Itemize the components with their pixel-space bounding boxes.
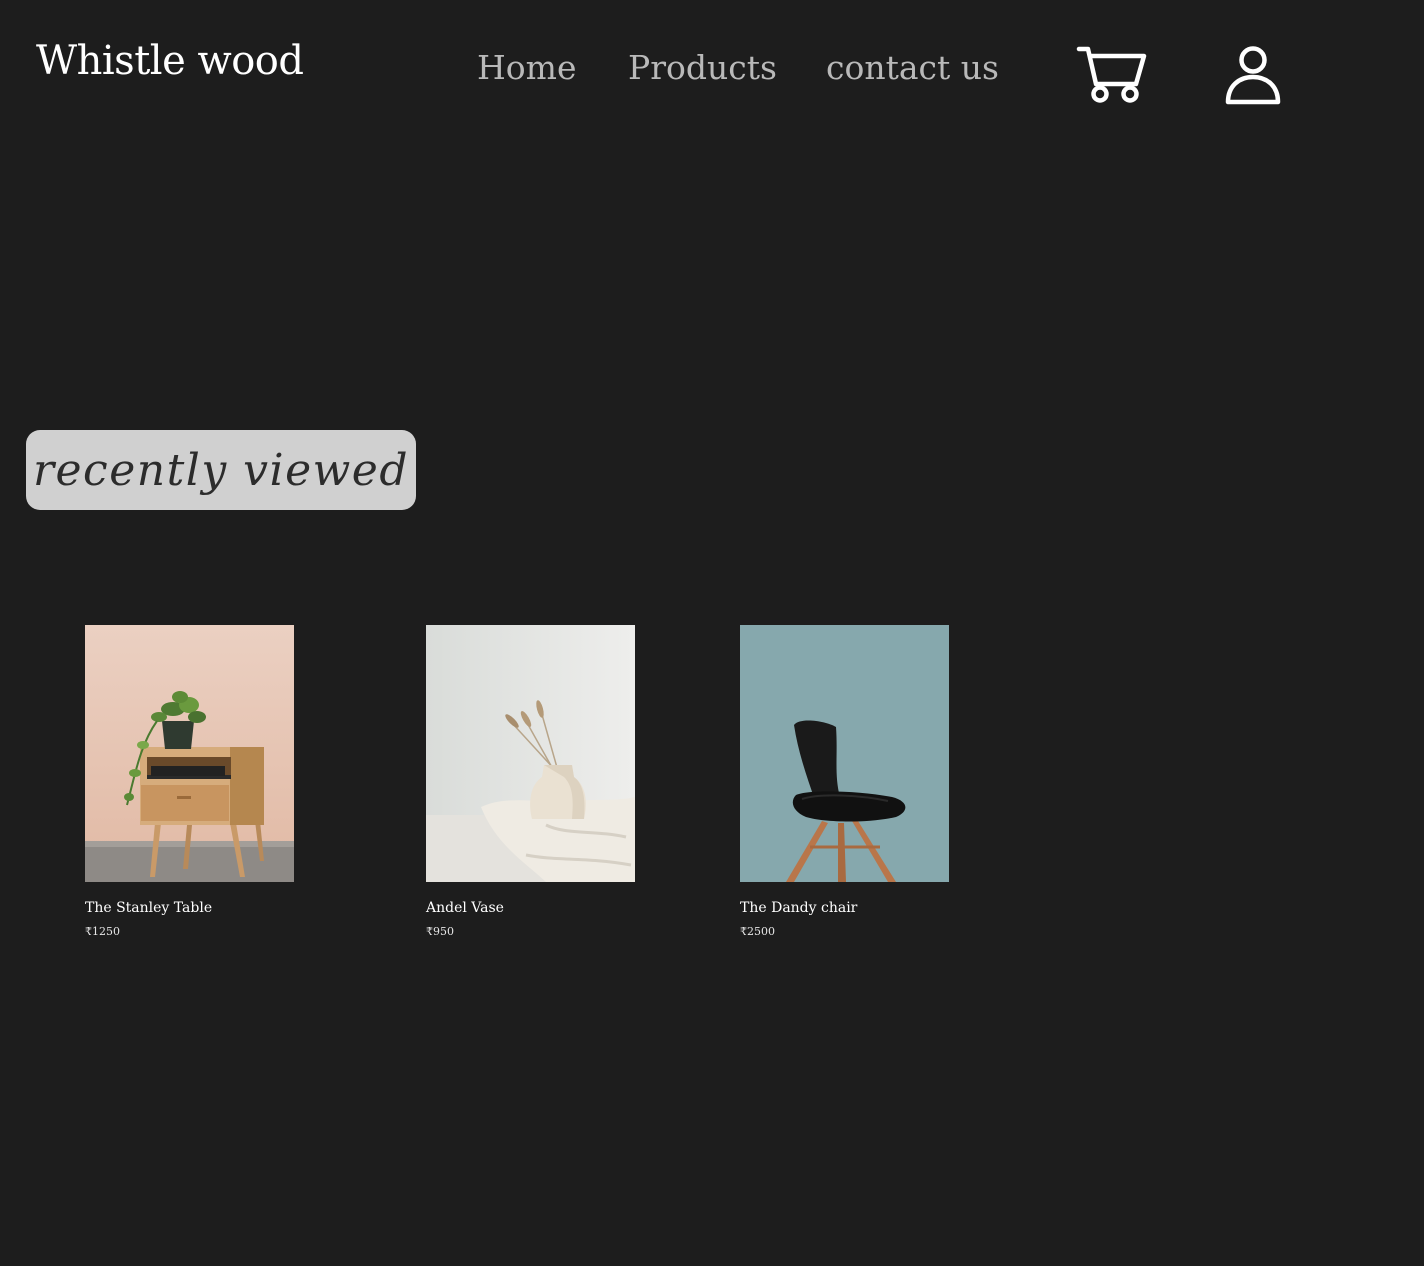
product-price: ₹950	[426, 925, 454, 938]
nav-products-link[interactable]: Products	[628, 48, 777, 87]
account-button[interactable]	[1224, 44, 1284, 106]
section-title: recently viewed	[32, 444, 410, 496]
product-price: ₹1250	[85, 925, 120, 938]
product-name[interactable]: The Dandy chair	[740, 900, 949, 916]
brand-logo-text[interactable]: Whistle wood	[36, 38, 304, 84]
nav-contact-link[interactable]: contact us	[826, 48, 999, 87]
product-image-andel-vase[interactable]	[426, 625, 635, 882]
cart-icon	[1076, 46, 1147, 103]
user-icon	[1225, 46, 1281, 105]
product-image-dandy-chair[interactable]	[740, 625, 949, 882]
product-card[interactable]: The Stanley Table ₹1250	[85, 625, 294, 938]
product-card[interactable]: The Dandy chair ₹2500	[740, 625, 949, 938]
product-name[interactable]: Andel Vase	[426, 900, 635, 916]
recently-viewed-badge: recently viewed	[26, 430, 416, 510]
product-price: ₹2500	[740, 925, 775, 938]
cart-button[interactable]	[1076, 44, 1148, 104]
product-card[interactable]: Andel Vase ₹950	[426, 625, 635, 938]
nav-home-link[interactable]: Home	[477, 48, 576, 87]
product-name[interactable]: The Stanley Table	[85, 900, 294, 916]
page: Whistle wood Home Products contact us re…	[0, 0, 1424, 1266]
product-image-stanley-table[interactable]	[85, 625, 294, 882]
